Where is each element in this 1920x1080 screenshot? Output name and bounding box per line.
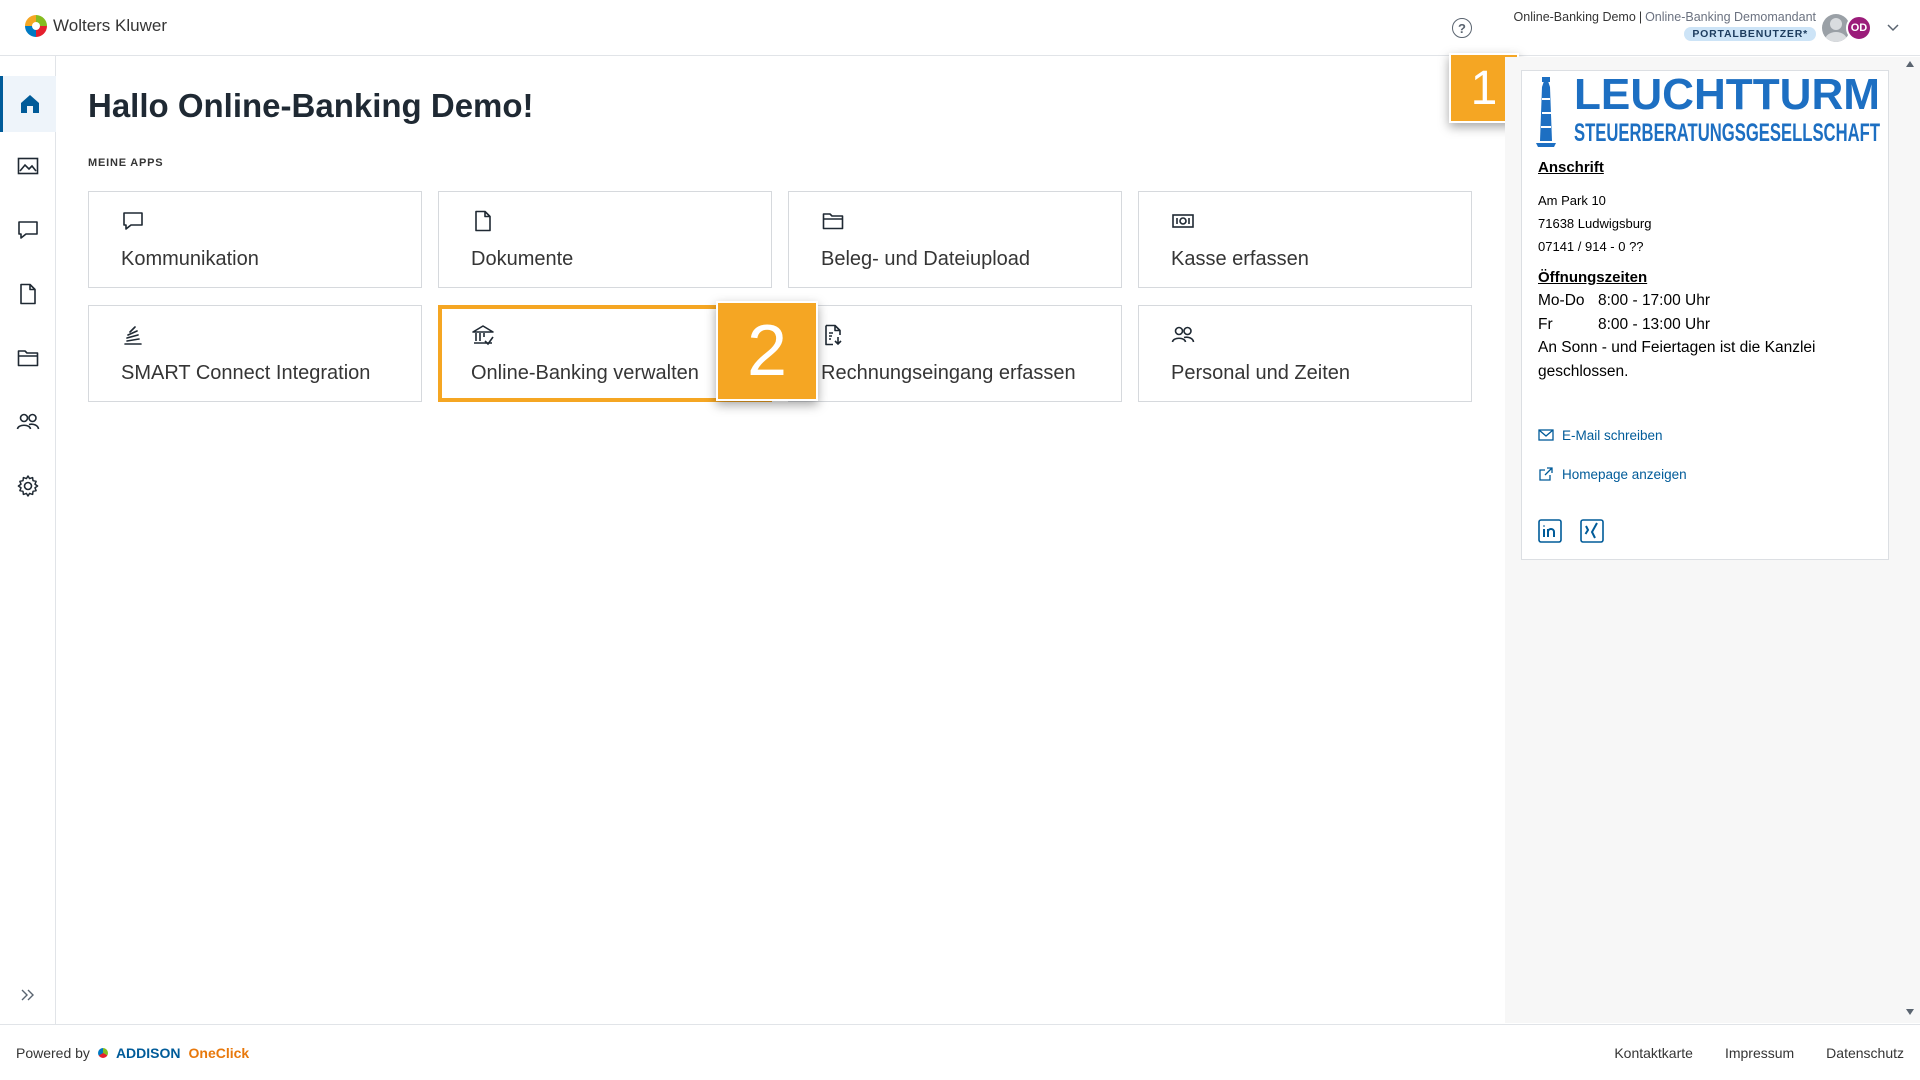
user-info[interactable]: Online-Banking Demo | Online-Banking Demom…	[1514, 10, 1816, 42]
office-info-card: LEUCHTTURM STEUERBERATUNGSGESELLSCHAFT A…	[1521, 70, 1889, 560]
product-name: OneClick	[188, 1045, 250, 1061]
main-content: Hallo Online-Banking Demo! MEINE APPS Ko…	[57, 57, 1505, 1023]
brand[interactable]: Wolters Kluwer	[25, 15, 167, 37]
help-button[interactable]: ?	[1452, 18, 1472, 38]
top-bar: Wolters Kluwer ? Online-Banking Demo | Onl…	[0, 0, 1920, 56]
page-title: Hallo Online-Banking Demo!	[88, 87, 534, 124]
app-tile-kasse[interactable]: Kasse erfassen	[1138, 191, 1472, 288]
hours-row: Fr 8:00 - 13:00 Uhr	[1538, 313, 1815, 337]
footer-link-contact-card[interactable]: Kontaktkarte	[1614, 1045, 1693, 1061]
address-phone: 07141 / 914 - 0 ??	[1538, 239, 1644, 254]
app-tile-label: Dokumente	[471, 248, 574, 270]
homepage-link[interactable]: Homepage anzeigen	[1538, 466, 1687, 482]
cash-icon	[1172, 214, 1194, 228]
hours-row: Mo-Do 8:00 - 17:00 Uhr	[1538, 289, 1815, 313]
addison-logo-icon	[97, 1048, 108, 1058]
folder-icon	[17, 350, 39, 367]
app-tile-label: Personal und Zeiten	[1171, 362, 1351, 384]
home-icon	[20, 95, 39, 113]
tenant-name: Online-Banking Demomandant	[1645, 10, 1816, 24]
holiday-note-line-1: An Sonn - und Feiertagen ist die Kanzlei	[1538, 339, 1816, 356]
address-street: Am Park 10	[1538, 193, 1606, 208]
sidebar-item-home[interactable]	[0, 76, 56, 132]
image-icon	[17, 157, 39, 175]
leuchtturm-logo: LEUCHTTURM STEUERBERATUNGSGESELLSCHAFT	[1536, 73, 1880, 147]
app-tile-label: SMART Connect Integration	[121, 362, 371, 384]
invoice-icon	[825, 324, 842, 346]
logo-subtitle: STEUERBERATUNGSGESELLSCHAFT	[1574, 119, 1880, 147]
hours-heading: Öffnungszeiten	[1538, 269, 1648, 286]
section-label-my-apps: MEINE APPS	[88, 157, 164, 169]
app-tile-label: Rechnungseingang erfassen	[821, 362, 1076, 384]
sidebar	[0, 56, 56, 1024]
sidebar-item-documents[interactable]	[0, 266, 56, 322]
user-separator: |	[1638, 10, 1643, 24]
folder-icon	[822, 213, 844, 230]
user-name: Online-Banking Demo	[1513, 10, 1636, 24]
expand-sidebar-icon[interactable]	[18, 985, 38, 1005]
homepage-link-label: Homepage anzeigen	[1562, 466, 1687, 482]
address-block: Am Park 10 71638 Ludwigsburg 07141 / 914…	[1538, 189, 1651, 258]
document-icon	[20, 283, 36, 305]
sidebar-item-folders[interactable]	[0, 330, 56, 386]
brand-name: Wolters Kluwer	[53, 16, 167, 35]
app-tile-label: Kommunikation	[121, 248, 259, 270]
document-icon	[475, 210, 491, 232]
app-tile-label: Beleg- und Dateiupload	[821, 248, 1031, 270]
hours-time: 8:00 - 17:00 Uhr	[1598, 292, 1711, 309]
email-link-label: E-Mail schreiben	[1562, 427, 1663, 443]
footer-link-privacy[interactable]: Datenschutz	[1826, 1045, 1904, 1061]
chat-icon	[18, 221, 38, 239]
product-brand: ADDISON	[115, 1045, 181, 1061]
app-tile-smart-connect[interactable]: SMART Connect Integration	[88, 305, 422, 402]
gear-icon	[17, 475, 39, 497]
app-tile-label: Kasse erfassen	[1171, 248, 1309, 270]
email-link[interactable]: E-Mail schreiben	[1538, 427, 1663, 443]
app-tile-personal[interactable]: Personal und Zeiten	[1138, 305, 1472, 402]
role-badge: PORTALBENUTZER*	[1684, 27, 1816, 41]
callout-marker-2: 2	[716, 301, 818, 401]
sidebar-item-communication[interactable]	[0, 202, 56, 258]
linkedin-icon[interactable]	[1538, 519, 1562, 543]
chat-icon	[123, 212, 143, 230]
app-tile-beleg-upload[interactable]: Beleg- und Dateiupload	[788, 191, 1122, 288]
hours-block: Mo-Do 8:00 - 17:00 Uhr Fr 8:00 - 13:00 U…	[1538, 289, 1815, 383]
bank-icon	[472, 325, 494, 346]
avatar[interactable]: OD	[1846, 15, 1872, 41]
powered-by-label: Powered by	[16, 1045, 90, 1061]
hours-days: Fr	[1538, 315, 1553, 333]
app-tile-kommunikation[interactable]: Kommunikation	[88, 191, 422, 288]
footer-links: Kontaktkarte Impressum Datenschutz	[1614, 1045, 1904, 1061]
holiday-note-line-2: geschlossen.	[1538, 362, 1629, 380]
powered-by: Powered by ADDISON OneClick	[16, 1045, 249, 1061]
app-tile-label: Online-Banking verwalten	[471, 362, 699, 384]
people-icon	[1171, 326, 1195, 343]
scroll-down-arrow-icon[interactable]	[1905, 1008, 1915, 1016]
footer-link-imprint[interactable]: Impressum	[1725, 1045, 1794, 1061]
hours-days: Mo-Do	[1538, 292, 1585, 309]
app-tile-dokumente[interactable]: Dokumente	[438, 191, 772, 288]
hours-time: 8:00 - 13:00 Uhr	[1598, 315, 1711, 333]
people-icon	[16, 413, 40, 430]
xing-icon[interactable]	[1580, 519, 1604, 543]
external-link-icon	[1539, 467, 1553, 481]
sidebar-item-settings[interactable]	[0, 458, 56, 514]
chevron-down-icon[interactable]	[1886, 20, 1900, 34]
sidebar-item-images[interactable]	[0, 138, 56, 194]
footer: Powered by ADDISON OneClick Kontaktkarte …	[0, 1024, 1920, 1080]
wolters-kluwer-logo-icon	[25, 15, 47, 37]
app-tile-rechnungseingang[interactable]: Rechnungseingang erfassen	[788, 305, 1122, 402]
address-city: 71638 Ludwigsburg	[1538, 216, 1652, 231]
mail-icon	[1538, 429, 1554, 441]
smart-connect-icon	[124, 326, 142, 345]
address-heading: Anschrift	[1538, 159, 1604, 176]
scroll-up-arrow-icon[interactable]	[1905, 60, 1915, 68]
logo-title: LEUCHTTURM	[1574, 73, 1880, 119]
sidebar-item-people[interactable]	[0, 394, 56, 450]
